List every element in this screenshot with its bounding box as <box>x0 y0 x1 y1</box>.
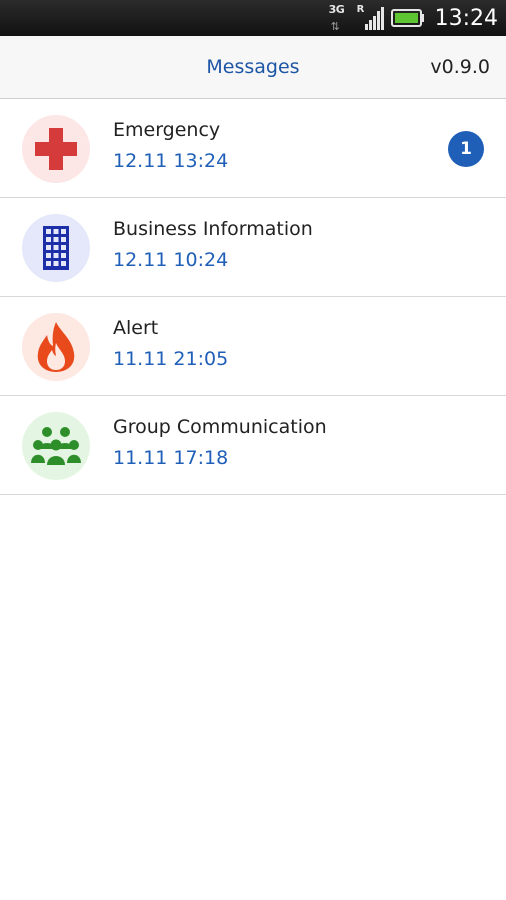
channel-title: Emergency <box>113 119 221 141</box>
status-bar: 3G ⇅ R 13:24 <box>0 0 506 36</box>
channel-title: Alert <box>113 317 159 339</box>
clock: 13:24 <box>434 5 498 31</box>
network-3g-icon: 3G ⇅ <box>329 2 351 34</box>
channel-timestamp: 11.11 17:18 <box>113 447 229 469</box>
group-people-icon <box>22 412 90 480</box>
office-building-icon <box>22 214 90 282</box>
channel-row-alert[interactable]: Alert 11.11 21:05 <box>0 297 506 396</box>
app-header: Messages v0.9.0 <box>0 36 506 99</box>
channel-title: Group Communication <box>113 416 327 438</box>
battery-icon <box>390 9 424 27</box>
channel-timestamp: 11.11 21:05 <box>113 348 229 370</box>
data-activity-icon: ⇅ <box>330 20 340 33</box>
channel-row-business-information[interactable]: Business Information 12.11 10:24 <box>0 198 506 297</box>
status-icons: 3G ⇅ R 13:24 <box>329 0 498 36</box>
channel-timestamp: 12.11 10:24 <box>113 249 229 271</box>
fire-icon <box>22 313 90 381</box>
red-cross-icon <box>22 115 90 183</box>
roaming-label: R <box>356 4 365 15</box>
unread-badge: 1 <box>448 131 484 167</box>
network-type-label: 3G <box>328 3 345 16</box>
channel-row-emergency[interactable]: Emergency 12.11 13:24 1 <box>0 99 506 198</box>
version-label: v0.9.0 <box>430 56 490 78</box>
channel-title: Business Information <box>113 218 313 240</box>
channel-row-group-communication[interactable]: Group Communication 11.11 17:18 <box>0 396 506 495</box>
channel-list: Emergency 12.11 13:24 1 Business Informa… <box>0 99 506 495</box>
channel-timestamp: 12.11 13:24 <box>113 150 229 172</box>
signal-strength-icon: R <box>357 4 385 32</box>
